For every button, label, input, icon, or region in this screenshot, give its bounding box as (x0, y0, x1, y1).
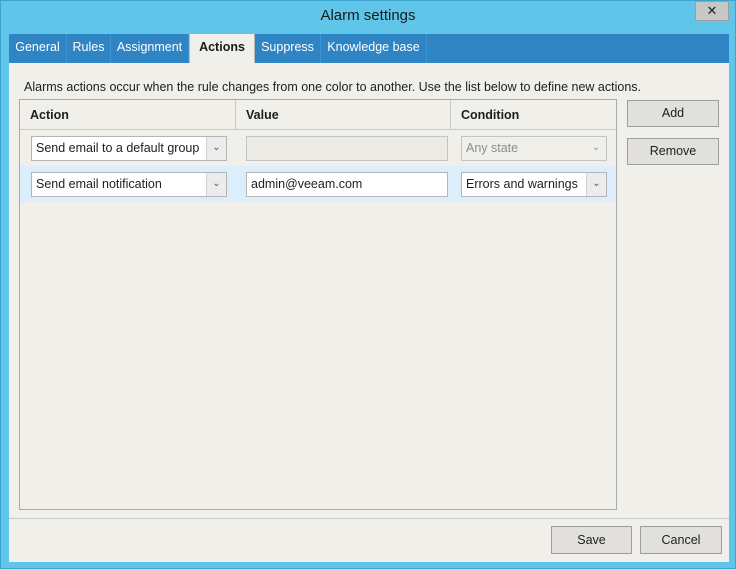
tab-suppress[interactable]: Suppress (255, 34, 321, 63)
condition-dropdown-value: Any state (466, 141, 519, 155)
column-header-value[interactable]: Value (236, 100, 451, 130)
condition-dropdown: Any state ⌄ (461, 136, 607, 161)
actions-hint-text: Alarms actions occur when the rule chang… (24, 80, 641, 94)
actions-panel: Alarms actions occur when the rule chang… (9, 63, 729, 562)
alarm-settings-window: Alarm settings ✕ General Rules Assignmen… (0, 0, 736, 569)
tab-knowledge-base[interactable]: Knowledge base (321, 34, 427, 63)
grid-header: Action Value Condition (20, 100, 616, 130)
action-dropdown-value: Send email notification (36, 177, 162, 191)
action-dropdown-value: Send email to a default group (36, 141, 200, 155)
close-icon: ✕ (706, 3, 718, 18)
remove-button[interactable]: Remove (627, 138, 719, 165)
column-header-action[interactable]: Action (20, 100, 236, 130)
table-row[interactable]: Send email to a default group ⌄ Any stat… (20, 130, 616, 166)
close-button[interactable]: ✕ (695, 1, 729, 21)
action-dropdown[interactable]: Send email to a default group ⌄ (31, 136, 227, 161)
action-dropdown[interactable]: Send email notification ⌄ (31, 172, 227, 197)
value-field (246, 136, 448, 161)
title-bar: Alarm settings (1, 1, 735, 33)
tab-general[interactable]: General (9, 34, 67, 63)
actions-grid: Action Value Condition Send email to a d… (19, 99, 617, 510)
chevron-down-icon: ⌄ (206, 173, 226, 196)
value-field-text: admin@veeam.com (251, 177, 363, 191)
window-title: Alarm settings (320, 7, 416, 24)
condition-dropdown-value: Errors and warnings (466, 177, 578, 191)
tab-rules[interactable]: Rules (67, 34, 111, 63)
cancel-button[interactable]: Cancel (640, 526, 722, 554)
add-button[interactable]: Add (627, 100, 719, 127)
chevron-down-icon: ⌄ (206, 137, 226, 160)
tab-actions[interactable]: Actions (189, 34, 255, 64)
tab-assignment[interactable]: Assignment (111, 34, 189, 63)
chevron-down-icon: ⌄ (586, 137, 606, 160)
condition-dropdown[interactable]: Errors and warnings ⌄ (461, 172, 607, 197)
tab-strip: General Rules Assignment Actions Suppres… (9, 34, 729, 64)
save-button[interactable]: Save (551, 526, 632, 554)
column-header-condition[interactable]: Condition (451, 100, 616, 130)
chevron-down-icon: ⌄ (586, 173, 606, 196)
footer-divider (9, 518, 729, 519)
table-row[interactable]: Send email notification ⌄ admin@veeam.co… (20, 166, 616, 202)
value-field[interactable]: admin@veeam.com (246, 172, 448, 197)
